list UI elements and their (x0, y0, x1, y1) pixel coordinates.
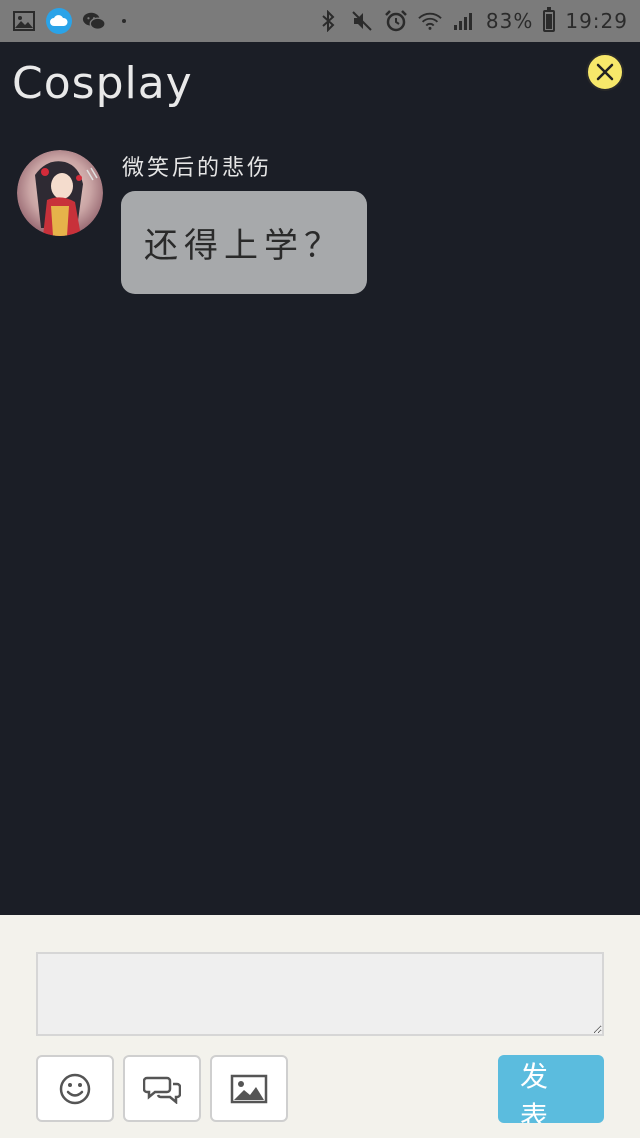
mute-icon (350, 9, 374, 33)
cloud-icon (46, 8, 72, 34)
wifi-icon (418, 9, 442, 33)
image-icon (230, 1074, 268, 1103)
status-right-icons: 83% 19:29 (316, 7, 628, 33)
image-button[interactable] (210, 1055, 288, 1122)
battery-icon (543, 7, 556, 32)
wechat-icon (82, 9, 106, 33)
battery-percent: 83% (485, 9, 534, 33)
status-bar: 83% 19:29 (0, 0, 640, 42)
bluetooth-icon (316, 9, 340, 33)
avatar-image (17, 150, 103, 236)
sender-name: 微笑后的悲伤 (122, 156, 273, 181)
avatar[interactable] (17, 150, 103, 236)
emoji-icon (59, 1073, 91, 1104)
page-title: Cosplay (12, 58, 193, 109)
close-icon (596, 63, 614, 81)
signal-icon (452, 9, 476, 33)
close-button[interactable] (586, 53, 624, 91)
battery-level-fill (546, 14, 553, 29)
send-button[interactable]: 发表 (498, 1055, 604, 1123)
message-input[interactable] (36, 952, 604, 1036)
message-text: 还得上学？ (144, 226, 344, 266)
dot-icon (122, 19, 126, 23)
gallery-icon (12, 9, 36, 33)
message-bubble[interactable]: 还得上学？ (121, 191, 367, 294)
chat-screen: 83% 19:29 Cosplay 微笑后的悲伤 还得上学？ 发表 (0, 0, 640, 1138)
clock: 19:29 (565, 9, 628, 33)
alarm-icon (384, 9, 408, 33)
emoji-button[interactable] (36, 1055, 114, 1122)
status-left-icons (12, 8, 126, 34)
chat-button[interactable] (123, 1055, 201, 1122)
send-label: 发表 (520, 1060, 549, 1123)
composer: 发表 (0, 915, 640, 1138)
chat-icon (143, 1076, 181, 1104)
